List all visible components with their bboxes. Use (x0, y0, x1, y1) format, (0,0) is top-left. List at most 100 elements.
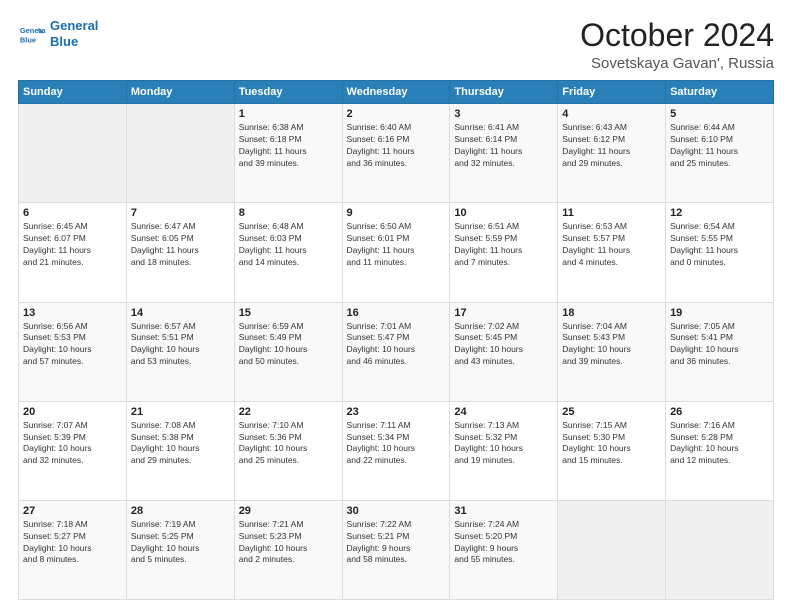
day-info: Sunrise: 6:44 AM Sunset: 6:10 PM Dayligh… (670, 122, 769, 170)
col-monday: Monday (126, 81, 234, 104)
col-sunday: Sunday (19, 81, 127, 104)
day-info: Sunrise: 7:08 AM Sunset: 5:38 PM Dayligh… (131, 420, 230, 468)
col-thursday: Thursday (450, 81, 558, 104)
day-info: Sunrise: 7:11 AM Sunset: 5:34 PM Dayligh… (347, 420, 446, 468)
day-number: 27 (23, 505, 122, 517)
table-row: 6 Sunrise: 6:45 AM Sunset: 6:07 PM Daylig… (19, 203, 127, 302)
day-info: Sunrise: 7:24 AM Sunset: 5:20 PM Dayligh… (454, 519, 553, 567)
day-info: Sunrise: 7:02 AM Sunset: 5:45 PM Dayligh… (454, 321, 553, 369)
day-info: Sunrise: 7:13 AM Sunset: 5:32 PM Dayligh… (454, 420, 553, 468)
day-number: 6 (23, 207, 122, 219)
day-number: 10 (454, 207, 553, 219)
day-number: 11 (562, 207, 661, 219)
day-number: 20 (23, 406, 122, 418)
table-row: 11Sunrise: 6:53 AM Sunset: 5:57 PM Dayli… (558, 203, 666, 302)
day-number: 5 (670, 108, 769, 120)
svg-text:General: General (20, 26, 46, 35)
day-info: Sunrise: 7:22 AM Sunset: 5:21 PM Dayligh… (347, 519, 446, 567)
table-row: 4Sunrise: 6:43 AM Sunset: 6:12 PM Daylig… (558, 104, 666, 203)
table-row: 28 Sunrise: 7:19 AM Sunset: 5:25 PM Dayli… (126, 500, 234, 599)
table-row: 3Sunrise: 6:41 AM Sunset: 6:14 PM Daylig… (450, 104, 558, 203)
table-row: 20 Sunrise: 7:07 AM Sunset: 5:39 PM Dayli… (19, 401, 127, 500)
day-info: Sunrise: 6:41 AM Sunset: 6:14 PM Dayligh… (454, 122, 553, 170)
table-row: 15 Sunrise: 6:59 AM Sunset: 5:49 PM Dayli… (234, 302, 342, 401)
table-row: 24Sunrise: 7:13 AM Sunset: 5:32 PM Dayli… (450, 401, 558, 500)
day-number: 8 (239, 207, 338, 219)
table-row: 16Sunrise: 7:01 AM Sunset: 5:47 PM Dayli… (342, 302, 450, 401)
table-row: 9 Sunrise: 6:50 AM Sunset: 6:01 PM Daylig… (342, 203, 450, 302)
calendar-table: Sunday Monday Tuesday Wednesday Thursday… (18, 80, 774, 600)
calendar-week-row: 1 Sunrise: 6:38 AM Sunset: 6:18 PM Daylig… (19, 104, 774, 203)
svg-text:Blue: Blue (20, 35, 36, 44)
day-number: 29 (239, 505, 338, 517)
day-number: 17 (454, 307, 553, 319)
day-number: 15 (239, 307, 338, 319)
month-title: October 2024 (580, 18, 774, 53)
day-info: Sunrise: 6:47 AM Sunset: 6:05 PM Dayligh… (131, 221, 230, 269)
table-row: 23 Sunrise: 7:11 AM Sunset: 5:34 PM Dayli… (342, 401, 450, 500)
day-info: Sunrise: 6:51 AM Sunset: 5:59 PM Dayligh… (454, 221, 553, 269)
table-row: 12Sunrise: 6:54 AM Sunset: 5:55 PM Dayli… (666, 203, 774, 302)
table-row: 10 Sunrise: 6:51 AM Sunset: 5:59 PM Dayli… (450, 203, 558, 302)
table-row: 29Sunrise: 7:21 AM Sunset: 5:23 PM Dayli… (234, 500, 342, 599)
day-number: 1 (239, 108, 338, 120)
day-info: Sunrise: 7:07 AM Sunset: 5:39 PM Dayligh… (23, 420, 122, 468)
day-number: 16 (347, 307, 446, 319)
day-info: Sunrise: 7:15 AM Sunset: 5:30 PM Dayligh… (562, 420, 661, 468)
day-number: 28 (131, 505, 230, 517)
day-info: Sunrise: 6:43 AM Sunset: 6:12 PM Dayligh… (562, 122, 661, 170)
day-info: Sunrise: 7:18 AM Sunset: 5:27 PM Dayligh… (23, 519, 122, 567)
table-row: 31 Sunrise: 7:24 AM Sunset: 5:20 PM Dayli… (450, 500, 558, 599)
day-info: Sunrise: 7:16 AM Sunset: 5:28 PM Dayligh… (670, 420, 769, 468)
table-row: 14Sunrise: 6:57 AM Sunset: 5:51 PM Dayli… (126, 302, 234, 401)
logo-text-line1: General (50, 18, 98, 34)
day-info: Sunrise: 7:19 AM Sunset: 5:25 PM Dayligh… (131, 519, 230, 567)
day-number: 30 (347, 505, 446, 517)
day-info: Sunrise: 6:59 AM Sunset: 5:49 PM Dayligh… (239, 321, 338, 369)
table-row: 1 Sunrise: 6:38 AM Sunset: 6:18 PM Daylig… (234, 104, 342, 203)
day-info: Sunrise: 7:10 AM Sunset: 5:36 PM Dayligh… (239, 420, 338, 468)
table-row: 22Sunrise: 7:10 AM Sunset: 5:36 PM Dayli… (234, 401, 342, 500)
table-row: 27 Sunrise: 7:18 AM Sunset: 5:27 PM Dayli… (19, 500, 127, 599)
table-row: 30 Sunrise: 7:22 AM Sunset: 5:21 PM Dayli… (342, 500, 450, 599)
day-number: 23 (347, 406, 446, 418)
day-number: 25 (562, 406, 661, 418)
day-info: Sunrise: 6:45 AM Sunset: 6:07 PM Dayligh… (23, 221, 122, 269)
location-title: Sovetskaya Gavan', Russia (580, 55, 774, 72)
table-row (558, 500, 666, 599)
day-number: 7 (131, 207, 230, 219)
col-saturday: Saturday (666, 81, 774, 104)
table-row: 2Sunrise: 6:40 AM Sunset: 6:16 PM Daylig… (342, 104, 450, 203)
day-info: Sunrise: 6:50 AM Sunset: 6:01 PM Dayligh… (347, 221, 446, 269)
table-row: 18Sunrise: 7:04 AM Sunset: 5:43 PM Dayli… (558, 302, 666, 401)
table-row: 21Sunrise: 7:08 AM Sunset: 5:38 PM Dayli… (126, 401, 234, 500)
col-tuesday: Tuesday (234, 81, 342, 104)
day-number: 9 (347, 207, 446, 219)
day-info: Sunrise: 6:56 AM Sunset: 5:53 PM Dayligh… (23, 321, 122, 369)
calendar-week-row: 27 Sunrise: 7:18 AM Sunset: 5:27 PM Dayli… (19, 500, 774, 599)
col-wednesday: Wednesday (342, 81, 450, 104)
table-row: 26Sunrise: 7:16 AM Sunset: 5:28 PM Dayli… (666, 401, 774, 500)
day-info: Sunrise: 7:05 AM Sunset: 5:41 PM Dayligh… (670, 321, 769, 369)
day-number: 2 (347, 108, 446, 120)
day-number: 14 (131, 307, 230, 319)
logo: General Blue General Blue (18, 18, 98, 49)
day-info: Sunrise: 6:48 AM Sunset: 6:03 PM Dayligh… (239, 221, 338, 269)
title-block: October 2024 Sovetskaya Gavan', Russia (580, 18, 774, 72)
table-row: 19 Sunrise: 7:05 AM Sunset: 5:41 PM Dayli… (666, 302, 774, 401)
logo-icon: General Blue (18, 20, 46, 48)
logo-text-line2: Blue (50, 34, 98, 50)
table-row: 17 Sunrise: 7:02 AM Sunset: 5:45 PM Dayli… (450, 302, 558, 401)
table-row: 7 Sunrise: 6:47 AM Sunset: 6:05 PM Daylig… (126, 203, 234, 302)
calendar-week-row: 20 Sunrise: 7:07 AM Sunset: 5:39 PM Dayli… (19, 401, 774, 500)
day-number: 19 (670, 307, 769, 319)
col-friday: Friday (558, 81, 666, 104)
day-info: Sunrise: 6:38 AM Sunset: 6:18 PM Dayligh… (239, 122, 338, 170)
day-number: 13 (23, 307, 122, 319)
day-number: 31 (454, 505, 553, 517)
calendar-week-row: 6 Sunrise: 6:45 AM Sunset: 6:07 PM Daylig… (19, 203, 774, 302)
day-number: 18 (562, 307, 661, 319)
table-row: 25 Sunrise: 7:15 AM Sunset: 5:30 PM Dayli… (558, 401, 666, 500)
table-row (19, 104, 127, 203)
table-row (126, 104, 234, 203)
